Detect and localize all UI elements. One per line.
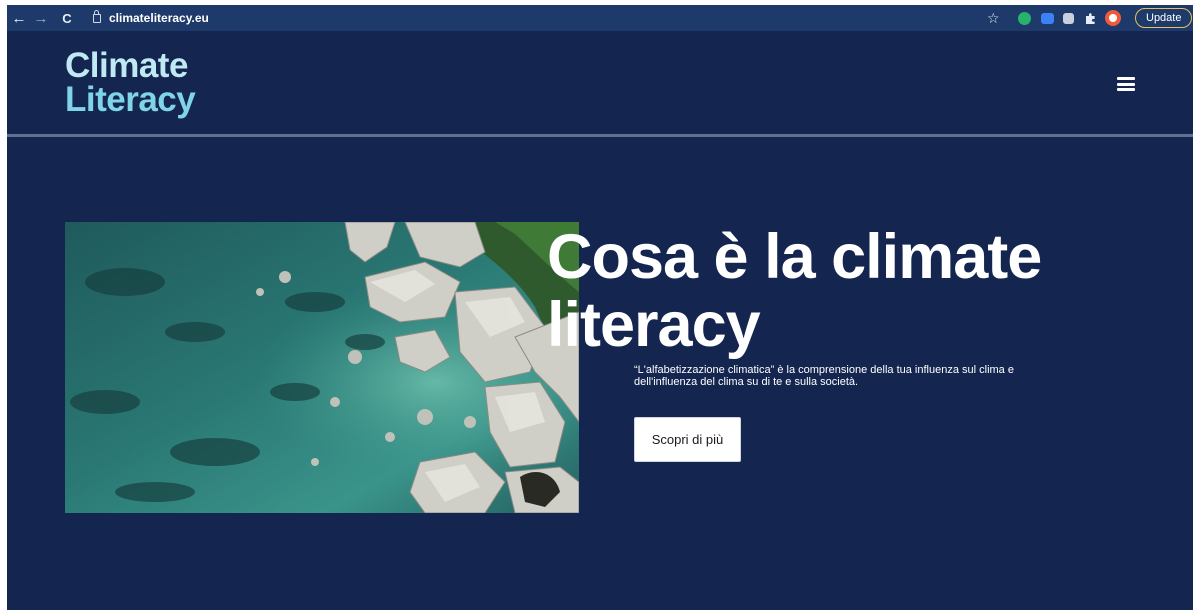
forward-icon[interactable]: → (31, 8, 51, 28)
logo-line-1: Climate (65, 46, 188, 85)
bookmark-star-icon[interactable]: ☆ (987, 9, 1000, 27)
site-header: Climate Literacy (7, 31, 1193, 134)
extension-green-icon[interactable] (1018, 9, 1031, 27)
update-button[interactable]: Update (1135, 8, 1193, 28)
browser-toolbar: ← → C climateliteracy.eu ☆ Update (7, 5, 1193, 31)
extension-mask-icon[interactable] (1063, 9, 1074, 27)
address-text: climateliteracy.eu (109, 11, 209, 25)
hero-title: Cosa è la climate literacy (547, 222, 1042, 360)
profile-avatar-icon[interactable] (1105, 9, 1121, 27)
header-divider (7, 134, 1193, 137)
extensions-puzzle-icon[interactable] (1084, 9, 1097, 27)
reload-icon[interactable]: C (57, 8, 77, 28)
address-bar[interactable]: climateliteracy.eu (93, 8, 983, 28)
logo-line-2: Literacy (65, 80, 196, 119)
page-body: Climate Literacy Cosa è la climate liter… (7, 31, 1193, 610)
menu-icon[interactable] (1117, 77, 1135, 91)
lock-icon (93, 9, 101, 23)
learn-more-button[interactable]: Scopri di più (634, 417, 741, 462)
hero-description: “L'alfabetizzazione climatica” è la comp… (634, 364, 1014, 388)
hero-image-coastline (65, 222, 579, 513)
coastline-illustration (65, 222, 579, 513)
site-logo[interactable]: Climate Literacy (65, 46, 196, 119)
extension-zoom-icon[interactable] (1041, 9, 1054, 27)
back-icon[interactable]: ← (9, 8, 29, 28)
